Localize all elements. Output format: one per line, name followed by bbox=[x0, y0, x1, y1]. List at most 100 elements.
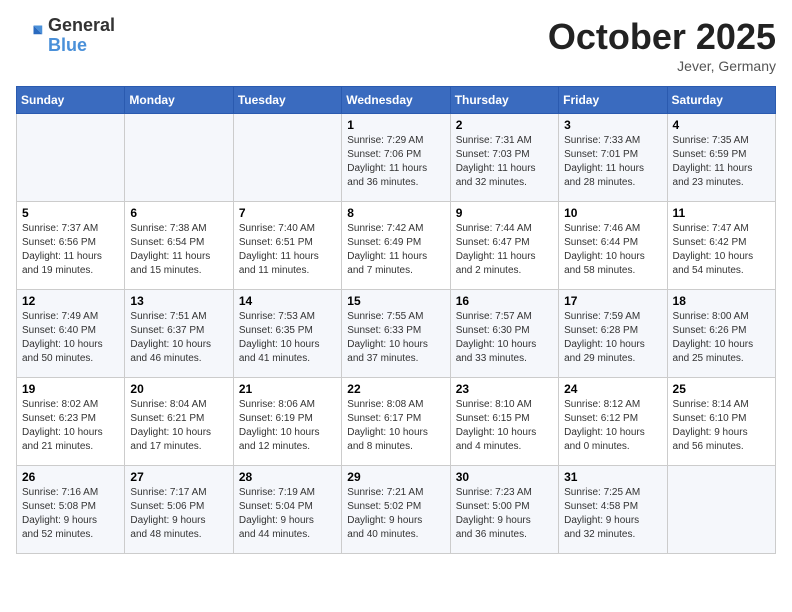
day-number: 6 bbox=[130, 206, 227, 220]
calendar-cell: 4Sunrise: 7:35 AM Sunset: 6:59 PM Daylig… bbox=[667, 114, 775, 202]
calendar-cell: 24 Sunrise: 8:12 AM Sunset: 6:12 PM Dayli… bbox=[559, 378, 667, 466]
day-info: Sunrise: 7:37 AM Sunset: 6:56 PM Dayligh… bbox=[22, 222, 119, 278]
calendar-cell: 6Sunrise: 7:38 AM Sunset: 6:54 PM Daylig… bbox=[125, 202, 233, 290]
day-info: Sunrise: 8:12 AM Sunset: 6:12 PM Dayligh… bbox=[564, 398, 661, 454]
day-number: 25 bbox=[673, 382, 770, 396]
day-number: 7 bbox=[239, 206, 336, 220]
day-info: Sunrise: 7:40 AM Sunset: 6:51 PM Dayligh… bbox=[239, 222, 336, 278]
weekday-header-row: SundayMondayTuesdayWednesdayThursdayFrid… bbox=[17, 87, 776, 114]
day-info: Sunrise: 7:55 AM Sunset: 6:33 PM Dayligh… bbox=[347, 310, 444, 366]
calendar-week-row: 26 Sunrise: 7:16 AM Sunset: 5:08 PM Dayli… bbox=[17, 466, 776, 554]
calendar-week-row: 19 Sunrise: 8:02 AM Sunset: 6:23 PM Dayli… bbox=[17, 378, 776, 466]
day-info: Sunrise: 7:44 AM Sunset: 6:47 PM Dayligh… bbox=[456, 222, 553, 278]
day-number: 10 bbox=[564, 206, 661, 220]
logo-icon bbox=[16, 22, 44, 50]
calendar-cell: 3 Sunrise: 7:33 AM Sunset: 7:01 PM Daylig… bbox=[559, 114, 667, 202]
day-info: Sunrise: 8:00 AM Sunset: 6:26 PM Dayligh… bbox=[673, 310, 770, 366]
day-info: Sunrise: 7:53 AM Sunset: 6:35 PM Dayligh… bbox=[239, 310, 336, 366]
day-info: Sunrise: 7:51 AM Sunset: 6:37 PM Dayligh… bbox=[130, 310, 227, 366]
weekday-header: Tuesday bbox=[233, 87, 341, 114]
location: Jever, Germany bbox=[548, 58, 776, 74]
calendar-week-row: 5 Sunrise: 7:37 AM Sunset: 6:56 PM Daylig… bbox=[17, 202, 776, 290]
day-info: Sunrise: 8:10 AM Sunset: 6:15 PM Dayligh… bbox=[456, 398, 553, 454]
calendar-cell: 1 Sunrise: 7:29 AM Sunset: 7:06 PM Daylig… bbox=[342, 114, 450, 202]
calendar-cell bbox=[17, 114, 125, 202]
day-number: 31 bbox=[564, 470, 661, 484]
logo-text: General Blue bbox=[48, 16, 115, 56]
day-info: Sunrise: 7:21 AM Sunset: 5:02 PM Dayligh… bbox=[347, 486, 444, 542]
logo-line1: General bbox=[48, 16, 115, 36]
calendar-cell: 22 Sunrise: 8:08 AM Sunset: 6:17 PM Dayli… bbox=[342, 378, 450, 466]
day-info: Sunrise: 7:42 AM Sunset: 6:49 PM Dayligh… bbox=[347, 222, 444, 278]
calendar-week-row: 12Sunrise: 7:49 AM Sunset: 6:40 PM Dayli… bbox=[17, 290, 776, 378]
day-number: 3 bbox=[564, 118, 661, 132]
day-info: Sunrise: 7:19 AM Sunset: 5:04 PM Dayligh… bbox=[239, 486, 336, 542]
weekday-header: Friday bbox=[559, 87, 667, 114]
day-info: Sunrise: 7:35 AM Sunset: 6:59 PM Dayligh… bbox=[673, 134, 770, 190]
calendar-cell: 13 Sunrise: 7:51 AM Sunset: 6:37 PM Dayli… bbox=[125, 290, 233, 378]
day-number: 15 bbox=[347, 294, 444, 308]
day-info: Sunrise: 7:31 AM Sunset: 7:03 PM Dayligh… bbox=[456, 134, 553, 190]
day-number: 2 bbox=[456, 118, 553, 132]
calendar-cell: 28 Sunrise: 7:19 AM Sunset: 5:04 PM Dayli… bbox=[233, 466, 341, 554]
day-number: 13 bbox=[130, 294, 227, 308]
day-info: Sunrise: 7:46 AM Sunset: 6:44 PM Dayligh… bbox=[564, 222, 661, 278]
calendar-cell: 17Sunrise: 7:59 AM Sunset: 6:28 PM Dayli… bbox=[559, 290, 667, 378]
calendar-cell: 21 Sunrise: 8:06 AM Sunset: 6:19 PM Dayli… bbox=[233, 378, 341, 466]
weekday-header: Wednesday bbox=[342, 87, 450, 114]
day-number: 12 bbox=[22, 294, 119, 308]
day-info: Sunrise: 7:47 AM Sunset: 6:42 PM Dayligh… bbox=[673, 222, 770, 278]
day-number: 5 bbox=[22, 206, 119, 220]
calendar-cell: 30 Sunrise: 7:23 AM Sunset: 5:00 PM Dayli… bbox=[450, 466, 558, 554]
day-info: Sunrise: 8:08 AM Sunset: 6:17 PM Dayligh… bbox=[347, 398, 444, 454]
day-number: 22 bbox=[347, 382, 444, 396]
calendar-cell: 8Sunrise: 7:42 AM Sunset: 6:49 PM Daylig… bbox=[342, 202, 450, 290]
day-number: 24 bbox=[564, 382, 661, 396]
weekday-header: Thursday bbox=[450, 87, 558, 114]
day-info: Sunrise: 7:29 AM Sunset: 7:06 PM Dayligh… bbox=[347, 134, 444, 190]
calendar-cell: 25 Sunrise: 8:14 AM Sunset: 6:10 PM Dayli… bbox=[667, 378, 775, 466]
calendar-cell: 23 Sunrise: 8:10 AM Sunset: 6:15 PM Dayli… bbox=[450, 378, 558, 466]
weekday-header: Saturday bbox=[667, 87, 775, 114]
day-info: Sunrise: 7:23 AM Sunset: 5:00 PM Dayligh… bbox=[456, 486, 553, 542]
calendar-cell: 27Sunrise: 7:17 AM Sunset: 5:06 PM Dayli… bbox=[125, 466, 233, 554]
day-info: Sunrise: 8:06 AM Sunset: 6:19 PM Dayligh… bbox=[239, 398, 336, 454]
calendar-table: SundayMondayTuesdayWednesdayThursdayFrid… bbox=[16, 86, 776, 554]
calendar-cell: 26 Sunrise: 7:16 AM Sunset: 5:08 PM Dayli… bbox=[17, 466, 125, 554]
day-number: 27 bbox=[130, 470, 227, 484]
calendar-cell: 10 Sunrise: 7:46 AM Sunset: 6:44 PM Dayli… bbox=[559, 202, 667, 290]
day-info: Sunrise: 8:04 AM Sunset: 6:21 PM Dayligh… bbox=[130, 398, 227, 454]
calendar-cell: 2 Sunrise: 7:31 AM Sunset: 7:03 PM Daylig… bbox=[450, 114, 558, 202]
calendar-cell bbox=[667, 466, 775, 554]
day-info: Sunrise: 7:33 AM Sunset: 7:01 PM Dayligh… bbox=[564, 134, 661, 190]
weekday-header: Sunday bbox=[17, 87, 125, 114]
day-number: 19 bbox=[22, 382, 119, 396]
calendar-cell: 29 Sunrise: 7:21 AM Sunset: 5:02 PM Dayli… bbox=[342, 466, 450, 554]
day-info: Sunrise: 7:57 AM Sunset: 6:30 PM Dayligh… bbox=[456, 310, 553, 366]
calendar-cell: 16Sunrise: 7:57 AM Sunset: 6:30 PM Dayli… bbox=[450, 290, 558, 378]
calendar-cell: 11 Sunrise: 7:47 AM Sunset: 6:42 PM Dayli… bbox=[667, 202, 775, 290]
calendar-cell: 7 Sunrise: 7:40 AM Sunset: 6:51 PM Daylig… bbox=[233, 202, 341, 290]
day-number: 23 bbox=[456, 382, 553, 396]
day-number: 30 bbox=[456, 470, 553, 484]
day-number: 21 bbox=[239, 382, 336, 396]
day-info: Sunrise: 8:14 AM Sunset: 6:10 PM Dayligh… bbox=[673, 398, 770, 454]
calendar-cell: 12Sunrise: 7:49 AM Sunset: 6:40 PM Dayli… bbox=[17, 290, 125, 378]
calendar-cell bbox=[233, 114, 341, 202]
day-number: 26 bbox=[22, 470, 119, 484]
day-number: 1 bbox=[347, 118, 444, 132]
calendar-cell: 14Sunrise: 7:53 AM Sunset: 6:35 PM Dayli… bbox=[233, 290, 341, 378]
calendar-cell: 19 Sunrise: 8:02 AM Sunset: 6:23 PM Dayli… bbox=[17, 378, 125, 466]
day-number: 20 bbox=[130, 382, 227, 396]
day-number: 28 bbox=[239, 470, 336, 484]
calendar-cell: 5 Sunrise: 7:37 AM Sunset: 6:56 PM Daylig… bbox=[17, 202, 125, 290]
logo-line2: Blue bbox=[48, 36, 115, 56]
day-number: 18 bbox=[673, 294, 770, 308]
day-number: 11 bbox=[673, 206, 770, 220]
day-info: Sunrise: 7:16 AM Sunset: 5:08 PM Dayligh… bbox=[22, 486, 119, 542]
page-header: General Blue October 2025 Jever, Germany bbox=[16, 16, 776, 74]
day-info: Sunrise: 8:02 AM Sunset: 6:23 PM Dayligh… bbox=[22, 398, 119, 454]
day-number: 9 bbox=[456, 206, 553, 220]
day-number: 29 bbox=[347, 470, 444, 484]
day-info: Sunrise: 7:25 AM Sunset: 4:58 PM Dayligh… bbox=[564, 486, 661, 542]
